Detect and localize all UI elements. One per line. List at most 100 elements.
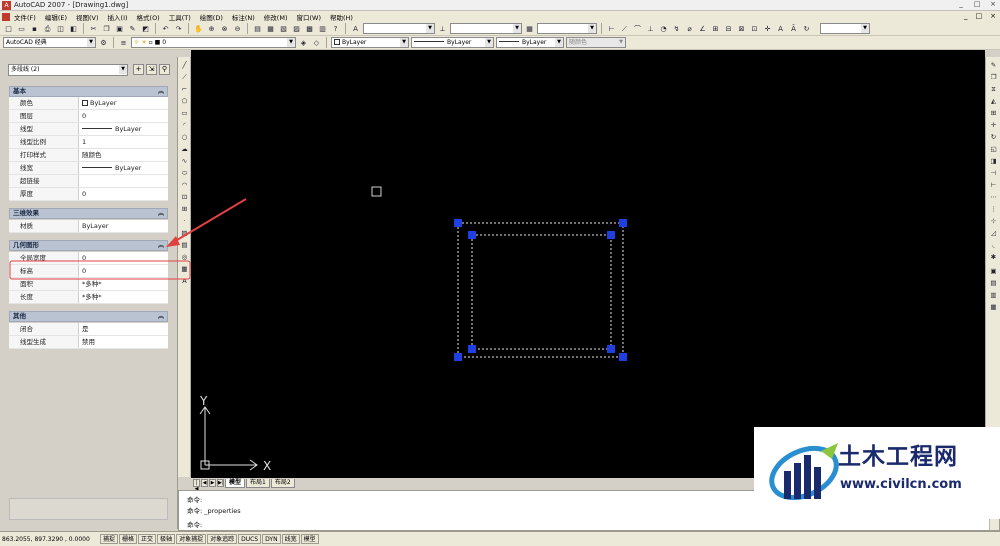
sheet-set-icon[interactable]: ▨ — [291, 23, 302, 34]
collapse-icon[interactable]: ︽ — [158, 312, 164, 321]
grid-toggle[interactable]: 栅格 — [119, 534, 138, 544]
collapse-icon[interactable]: ︽ — [158, 209, 164, 218]
region-icon[interactable]: ◎ — [179, 251, 190, 262]
tolerance-icon[interactable]: ⊡ — [749, 23, 760, 34]
quickcalc-icon[interactable]: ▥ — [317, 23, 328, 34]
coordinates-readout[interactable]: 863.2055, 897.3290 , 0.0000 — [0, 536, 100, 543]
prop-row[interactable]: 线型生成 禁用 — [9, 336, 168, 349]
menu-window[interactable]: 窗口(W) — [296, 12, 321, 22]
circle-icon[interactable]: ○ — [179, 131, 190, 142]
preview-icon[interactable]: ◫ — [55, 23, 66, 34]
extend-icon[interactable]: ⊢ — [988, 179, 999, 190]
tool-palettes-icon[interactable]: ▧ — [278, 23, 289, 34]
grip-handle[interactable] — [454, 219, 462, 227]
dim-radius-icon[interactable]: ◔ — [658, 23, 669, 34]
stretch-icon[interactable]: ◨ — [988, 155, 999, 166]
prop-row[interactable]: 材质 ByLayer — [9, 220, 168, 233]
dim-diameter-icon[interactable]: ⌀ — [684, 23, 695, 34]
doc-close-button[interactable]: × — [990, 12, 996, 20]
osnap-toggle[interactable]: 对象捕捉 — [176, 534, 207, 544]
grip-handle[interactable] — [468, 345, 476, 353]
toggle-pickadd-icon[interactable]: + — [133, 64, 144, 75]
scale-icon[interactable]: ◱ — [988, 143, 999, 154]
menu-dimension[interactable]: 标注(N) — [232, 12, 255, 22]
drawing-canvas[interactable]: Y X — [191, 50, 985, 478]
send-back-icon[interactable]: ▥ — [988, 289, 999, 300]
dim-edit-icon[interactable]: A — [775, 23, 786, 34]
polyline-icon[interactable]: ⌐ — [179, 83, 190, 94]
fillet-icon[interactable]: ◟ — [988, 239, 999, 250]
redo-icon[interactable]: ↷ — [173, 23, 184, 34]
dim-aligned-icon[interactable]: ⟋ — [619, 23, 630, 34]
menu-tools[interactable]: 工具(T) — [169, 12, 191, 22]
spline-icon[interactable]: ∿ — [179, 155, 190, 166]
continue-icon[interactable]: ⊠ — [736, 23, 747, 34]
prop-row[interactable]: 面积 *多种* — [9, 278, 168, 291]
doc-minimize-button[interactable]: _ — [964, 12, 968, 20]
help-icon[interactable]: ? — [330, 23, 341, 34]
paste-icon[interactable]: ▣ — [114, 23, 125, 34]
grip-handle[interactable] — [607, 231, 615, 239]
grip-handle[interactable] — [468, 231, 476, 239]
print-icon[interactable]: ⎙ — [42, 23, 53, 34]
tab-layout1[interactable]: 布局1 — [246, 478, 270, 488]
menu-insert[interactable]: 插入(I) — [108, 12, 128, 22]
break-at-point-icon[interactable]: ⋯ — [988, 191, 999, 202]
explode-icon[interactable]: ✱ — [988, 251, 999, 262]
design-center-icon[interactable]: ▦ — [265, 23, 276, 34]
command-prompt[interactable]: 命令: — [187, 519, 202, 529]
otrack-toggle[interactable]: 对象追踪 — [207, 534, 238, 544]
prop-row[interactable]: 颜色 ByLayer — [9, 97, 168, 110]
prop-row[interactable]: 全局宽度 0 — [9, 252, 168, 265]
offset-icon[interactable]: ◭ — [988, 95, 999, 106]
rectangle-icon[interactable]: ▭ — [179, 107, 190, 118]
close-button[interactable]: × — [988, 0, 998, 8]
markup-icon[interactable]: ▩ — [304, 23, 315, 34]
layer-manager-icon[interactable]: ≡ — [118, 37, 129, 48]
rotate-icon[interactable]: ↻ — [988, 131, 999, 142]
dim-angular-icon[interactable]: ∠ — [697, 23, 708, 34]
dim-jogged-icon[interactable]: ↯ — [671, 23, 682, 34]
menu-edit[interactable]: 编辑(E) — [45, 12, 67, 22]
menu-format[interactable]: 格式(O) — [137, 12, 160, 22]
construction-line-icon[interactable]: ⟋ — [179, 71, 190, 82]
trim-icon[interactable]: ⊣ — [988, 167, 999, 178]
undo-icon[interactable]: ↶ — [160, 23, 171, 34]
chamfer-icon[interactable]: ◿ — [988, 227, 999, 238]
zoom-previous-icon[interactable]: ⊖ — [232, 23, 243, 34]
maximize-button[interactable]: □ — [972, 0, 982, 8]
prev-tab-icon[interactable]: ◀ — [201, 479, 208, 487]
menu-modify[interactable]: 修改(M) — [264, 12, 288, 22]
move-icon[interactable]: ✛ — [988, 119, 999, 130]
dim-ordinate-icon[interactable]: ⊥ — [645, 23, 656, 34]
minimize-button[interactable]: _ — [956, 0, 966, 8]
point-icon[interactable]: · — [179, 215, 190, 226]
layer-previous-icon[interactable]: ◇ — [311, 37, 322, 48]
prop-row[interactable]: 闭合是 — [9, 323, 168, 336]
gradient-icon[interactable]: ▤ — [179, 239, 190, 250]
polygon-icon[interactable]: ⬠ — [179, 95, 190, 106]
menu-view[interactable]: 视图(V) — [76, 12, 99, 22]
collapse-icon[interactable]: ︽ — [158, 241, 164, 250]
new-icon[interactable]: □ — [3, 23, 14, 34]
pan-icon[interactable]: ✋ — [193, 23, 204, 34]
dim-text-edit-icon[interactable]: Ā — [788, 23, 799, 34]
text-style-icon[interactable]: A — [350, 23, 361, 34]
grip-handle[interactable] — [454, 353, 462, 361]
category-other[interactable]: 其他 ︽ — [9, 311, 168, 322]
revision-cloud-icon[interactable]: ☁ — [179, 143, 190, 154]
prop-row[interactable]: 线型比例 1 — [9, 136, 168, 149]
tab-layout2[interactable]: 布局2 — [270, 478, 295, 488]
zoom-realtime-icon[interactable]: ⊕ — [206, 23, 217, 34]
open-icon[interactable]: ▭ — [16, 23, 27, 34]
insert-block-icon[interactable]: ⊡ — [179, 191, 190, 202]
ellipse-icon[interactable]: ⬭ — [179, 167, 190, 178]
category-geometry[interactable]: 几何图形 ︽ — [9, 240, 168, 251]
prop-row[interactable]: 厚度 0 — [9, 188, 168, 201]
dim-linear-icon[interactable]: ⊢ — [606, 23, 617, 34]
inner-polyline[interactable] — [471, 234, 612, 350]
linetype-select[interactable]: ByLayer ▼ — [411, 37, 494, 48]
make-current-layer-icon[interactable]: ◈ — [298, 37, 309, 48]
array-icon[interactable]: ⊞ — [988, 107, 999, 118]
workspace-settings-icon[interactable]: ⚙ — [98, 37, 109, 48]
